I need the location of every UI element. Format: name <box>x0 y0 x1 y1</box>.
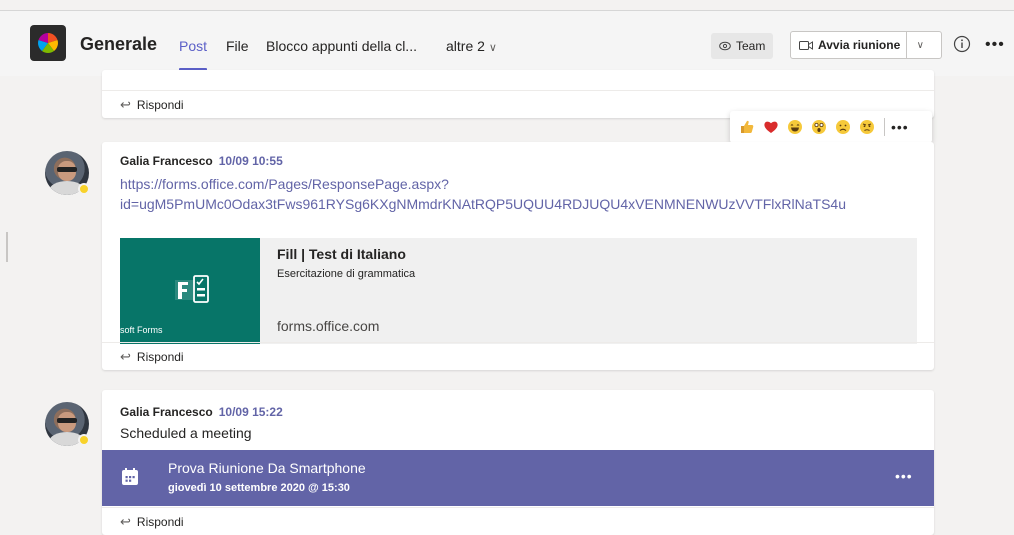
team-logo[interactable] <box>30 25 66 61</box>
reactions-bar: ••• <box>730 111 932 143</box>
chevron-down-icon: ∨ <box>488 42 497 54</box>
tab-file[interactable]: File <box>226 38 249 54</box>
presence-away-icon <box>78 183 90 195</box>
tab-post[interactable]: Post <box>179 38 207 54</box>
laugh-icon[interactable] <box>784 116 806 138</box>
avatar-glasses <box>57 167 77 172</box>
sad-icon[interactable] <box>832 116 854 138</box>
forms-thumbnail: soft Forms <box>120 238 260 344</box>
chevron-down-icon: ∨ <box>916 39 924 51</box>
tab-class-notebook[interactable]: Blocco appunti della cl... <box>266 38 417 54</box>
message-header: Galia Francesco 10/09 15:22 <box>120 405 283 419</box>
tab-more-tabs[interactable]: altre 2 ∨ <box>446 38 497 54</box>
meeting-card[interactable]: Prova Riunione Da Smartphone giovedì 10 … <box>102 450 934 506</box>
presence-away-icon <box>78 434 90 446</box>
reply-button[interactable]: ↩ Rispondi <box>102 342 934 370</box>
message-card: Galia Francesco 10/09 10:55 https://forms… <box>102 142 934 370</box>
message-text: Scheduled a meeting <box>120 425 252 441</box>
meeting-title: Prova Riunione Da Smartphone <box>168 460 366 476</box>
channel-header: Generale Post File Blocco appunti della … <box>0 10 1014 76</box>
meeting-more-options-icon[interactable]: ••• <box>895 468 913 484</box>
preview-description: Esercitazione di grammatica <box>277 268 416 280</box>
message-timestamp: 10/09 10:55 <box>218 154 283 168</box>
message-header: Galia Francesco 10/09 10:55 <box>120 154 283 168</box>
link-line-1: https://forms.office.com/Pages/ResponseP… <box>120 176 449 192</box>
more-actions-icon[interactable]: ••• <box>891 119 909 135</box>
meet-now-label: Avvia riunione <box>818 38 901 52</box>
like-icon[interactable] <box>736 116 758 138</box>
meet-now-main[interactable]: Avvia riunione <box>791 32 908 58</box>
reply-label: Rispondi <box>136 97 184 112</box>
more-options-icon[interactable]: ••• <box>985 36 1005 54</box>
video-camera-icon <box>799 40 813 50</box>
reply-label: Rispondi <box>136 514 184 529</box>
channel-name: Generale <box>80 34 158 54</box>
message-timestamp: 10/09 15:22 <box>218 405 283 419</box>
preview-domain: forms.office.com <box>277 318 380 334</box>
info-icon[interactable] <box>953 35 971 53</box>
team-logo-icon <box>38 33 58 53</box>
preview-title: Fill | Test di Italiano <box>277 246 406 262</box>
team-button[interactable]: Team <box>711 33 774 59</box>
forms-link[interactable]: https://forms.office.com/Pages/ResponseP… <box>120 174 846 214</box>
eye-icon <box>719 41 731 51</box>
link-preview-card[interactable]: soft Forms Fill | Test di Italiano Eserc… <box>120 238 917 344</box>
reply-label: Rispondi <box>136 349 184 364</box>
heart-icon[interactable] <box>760 116 782 138</box>
reply-arrow-icon: ↩ <box>120 96 131 112</box>
calendar-icon <box>122 468 138 485</box>
author-name[interactable]: Galia Francesco <box>120 405 213 419</box>
avatar-glasses <box>57 418 77 423</box>
link-line-2: id=ugM5PmUMc0Odax3tFws961RYSg6KXgNMmdrKN… <box>120 196 846 212</box>
meeting-date: giovedì 10 settembre 2020 @ 15:30 <box>168 482 350 494</box>
forms-logo-icon <box>175 275 209 303</box>
reply-arrow-icon: ↩ <box>120 513 131 529</box>
surprised-icon[interactable] <box>808 116 830 138</box>
reply-arrow-icon: ↩ <box>120 348 131 364</box>
team-button-label: Team <box>736 39 766 53</box>
angry-icon[interactable] <box>856 116 878 138</box>
meet-now-button[interactable]: Avvia riunione ∨ <box>790 31 942 59</box>
reply-button[interactable]: ↩ Rispondi <box>102 507 934 535</box>
more-tabs-label: altre 2 <box>446 38 485 54</box>
author-name[interactable]: Galia Francesco <box>120 154 213 168</box>
meet-options-dropdown[interactable]: ∨ <box>907 40 933 51</box>
message-card: Galia Francesco 10/09 15:22 Scheduled a m… <box>102 390 934 535</box>
thumbnail-caption: soft Forms <box>120 325 163 335</box>
scroll-edge-indicator <box>6 232 8 262</box>
reactions-divider <box>884 118 885 136</box>
